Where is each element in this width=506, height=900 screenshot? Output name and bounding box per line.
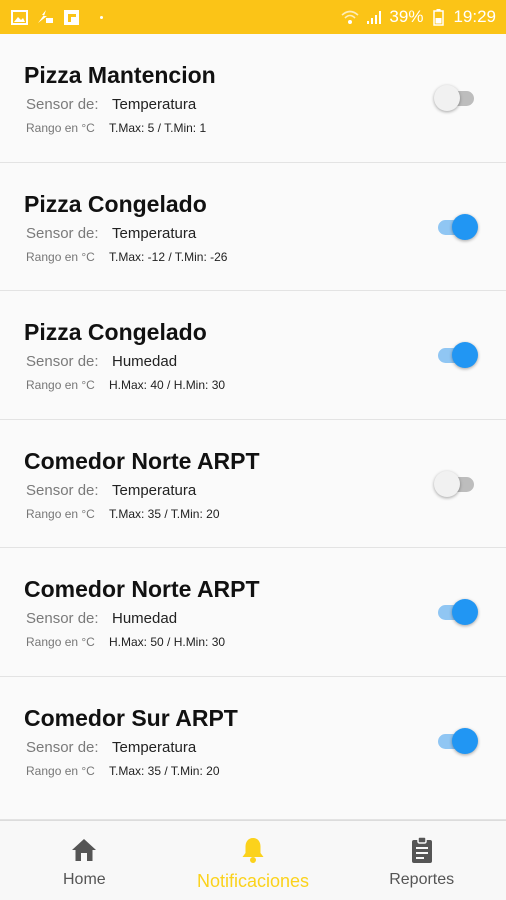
wifi-icon [341, 8, 359, 26]
toggle-thumb [434, 470, 460, 497]
toggle-thumb [452, 213, 478, 240]
list-item: Comedor Norte ARPT Sensor de: Humedad Ran… [0, 548, 506, 677]
flash-icon [36, 8, 54, 26]
battery-icon [429, 8, 447, 26]
sensor-label: Sensor de: [26, 738, 99, 756]
bell-icon [238, 835, 268, 865]
sensor-value: Temperatura [112, 481, 197, 499]
sensor-value: Temperatura [112, 738, 197, 756]
range-label: Rango en °C [26, 378, 95, 392]
status-bar: 39% 19:29 [0, 0, 506, 34]
toggle-thumb [452, 342, 478, 368]
list-item: Comedor Norte ARPT Sensor de: Temperatura… [0, 419, 506, 548]
sensor-label: Sensor de: [26, 353, 99, 370]
image-icon [10, 8, 28, 26]
notification-toggle[interactable] [434, 81, 480, 115]
sensor-label: Sensor de: [26, 481, 99, 499]
toggle-thumb [452, 727, 478, 754]
card-title: Comedor Norte ARPT [24, 447, 260, 474]
flipboard-icon [62, 8, 80, 26]
home-icon [69, 835, 99, 865]
card-title: Pizza Congelado [24, 190, 207, 217]
tab-notificaciones[interactable]: Notificaciones [169, 821, 338, 900]
sensor-value: Humedad [112, 353, 178, 370]
list-item: Pizza Congelado Sensor de: Temperatura Ra… [0, 162, 506, 291]
notification-toggle[interactable] [434, 210, 480, 244]
sensor-value: Humedad [112, 610, 178, 627]
notification-list[interactable]: Pizza Mantencion Sensor de: Temperatura R… [0, 34, 506, 820]
tab-reportes[interactable]: Reportes [337, 821, 506, 900]
signal-icon [365, 8, 383, 26]
sensor-label: Sensor de: [26, 610, 99, 627]
notification-toggle[interactable] [434, 467, 480, 501]
bottom-tab-bar: Home Notificaciones Reportes [0, 820, 506, 900]
card-title: Pizza Mantencion [24, 62, 216, 88]
list-item: Pizza Mantencion Sensor de: Temperatura R… [0, 34, 506, 163]
tab-home[interactable]: Home [0, 821, 169, 900]
range-label: Rango en °C [26, 763, 95, 778]
range-label: Rango en °C [26, 249, 95, 264]
range-value: T.Max: 5 / T.Min: 1 [109, 121, 207, 135]
range-label: Rango en °C [26, 635, 95, 649]
clipboard-icon [407, 835, 437, 865]
tab-notificaciones-label: Notificaciones [196, 871, 310, 891]
card-title: Comedor Norte ARPT [24, 576, 260, 602]
range-value: T.Max: 35 / T.Min: 20 [109, 763, 220, 778]
sensor-value: Temperatura [112, 96, 197, 113]
sensor-label: Sensor de: [26, 96, 99, 113]
list-item-partial [0, 804, 506, 820]
list-item: Comedor Sur ARPT Sensor de: Temperatura R… [0, 676, 506, 805]
card-title: Comedor Sur ARPT [24, 704, 238, 731]
range-value: H.Max: 50 / H.Min: 30 [109, 635, 226, 649]
range-value: T.Max: -12 / T.Min: -26 [109, 249, 228, 264]
notification-toggle[interactable] [434, 724, 480, 758]
status-indicators: 39% 19:29 [341, 7, 496, 27]
range-label: Rango en °C [26, 506, 95, 521]
card-title: Pizza Congelado [24, 319, 207, 345]
tab-home-label: Home [62, 871, 106, 888]
list-item: Pizza Congelado Sensor de: Humedad Rango … [0, 291, 506, 420]
tab-reportes-label: Reportes [389, 871, 455, 888]
sensor-value: Temperatura [112, 224, 197, 242]
toggle-thumb [434, 85, 460, 111]
range-value: H.Max: 40 / H.Min: 30 [109, 378, 226, 392]
clock: 19:29 [453, 7, 496, 26]
range-value: T.Max: 35 / T.Min: 20 [109, 506, 220, 521]
battery-percent: 39% [389, 7, 424, 26]
range-label: Rango en °C [26, 121, 95, 135]
notification-toggle[interactable] [434, 338, 480, 372]
sensor-label: Sensor de: [26, 224, 99, 242]
notification-toggle[interactable] [434, 595, 480, 629]
toggle-thumb [452, 599, 478, 625]
dot-icon [100, 15, 103, 19]
notification-icons [10, 8, 103, 26]
